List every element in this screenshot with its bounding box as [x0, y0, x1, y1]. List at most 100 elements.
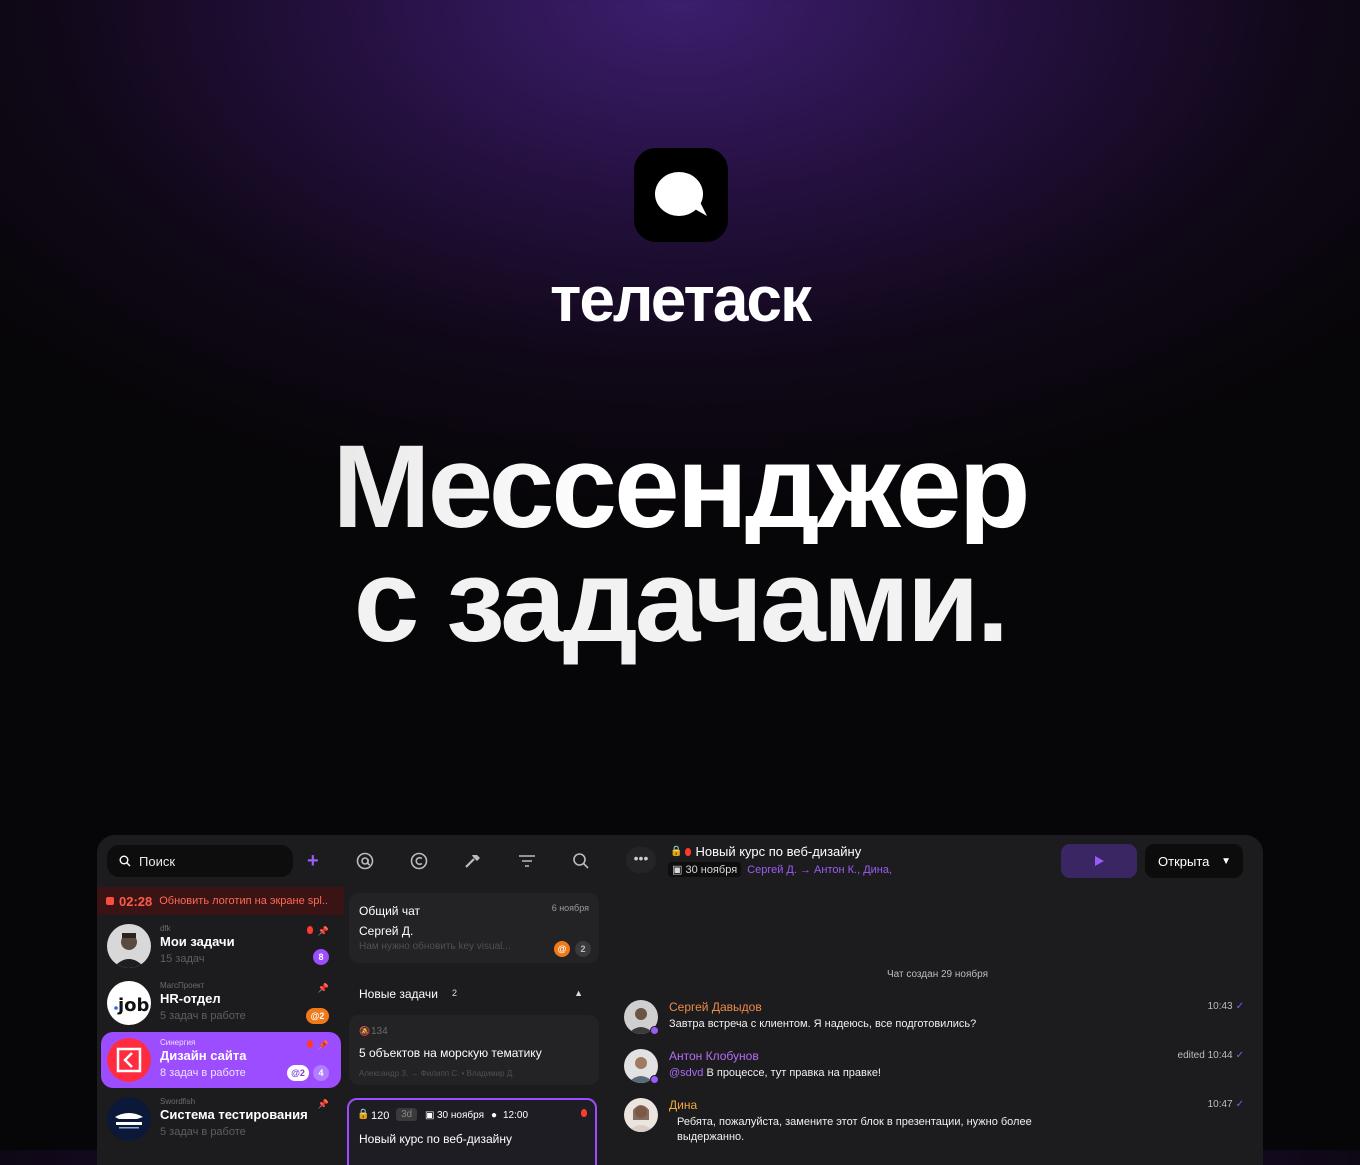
chat-meta: ▣ 30 ноября Сергей Д. → Антон К., Дина,: [668, 862, 892, 877]
chat-title-text: Новый курс по веб-дизайну: [695, 844, 862, 859]
chat-list-item[interactable]: job МагсПроект HR-отдел 5 задач в работе…: [101, 975, 341, 1031]
message-time: edited 10:44 ✓: [1178, 1050, 1244, 1061]
chat-name: Мои задачи: [160, 934, 235, 949]
chevron-up-icon[interactable]: ▲: [574, 988, 583, 998]
flame-icon: [307, 926, 313, 934]
card-date: 6 ноября: [551, 903, 589, 913]
card-preview: Нам нужно обновить key visual...: [359, 941, 511, 952]
card-author: Сергей Д.: [359, 924, 414, 938]
chat-org: МагсПроект: [160, 981, 205, 990]
search-icon[interactable]: [571, 851, 591, 871]
chat-date: ▣ 30 ноября: [668, 862, 742, 877]
app-window: Поиск + 02:28 Обновить логотип на экране…: [97, 835, 1263, 1165]
section-count: 2: [452, 988, 458, 998]
search-label: Поиск: [139, 853, 176, 869]
message-text: Завтра встреча с клиентом. Я надеюсь, вс…: [669, 1018, 977, 1030]
pin-icon: 📌: [317, 926, 329, 936]
message-time: 10:47 ✓: [1208, 1099, 1244, 1110]
headline: Мессенджер с задачами.: [0, 428, 1360, 660]
chat-panel: ••• 🔒 Новый курс по веб-дизайну ▣ 30 ноя…: [612, 835, 1263, 1165]
filter-icon[interactable]: [517, 851, 537, 871]
chat-date-text: 30 ноября: [685, 864, 738, 876]
online-indicator: [650, 1075, 659, 1084]
message-text: Ребята, пожалуйста, замените этот блок в…: [677, 1116, 1032, 1143]
message-time-text: 10:47: [1207, 1099, 1233, 1110]
chat-org: Синергия: [160, 1038, 196, 1047]
avatar: [107, 1097, 151, 1141]
online-indicator: [650, 1026, 659, 1035]
message-text: @sdvd В процессе, тут правка на правке!: [669, 1066, 881, 1081]
message-time-text: edited 10:44: [1177, 1050, 1233, 1061]
chat-list-item[interactable]: dfk Мои задачи 15 задач 📌 8: [101, 918, 341, 974]
calendar-icon: ▣: [425, 1110, 435, 1121]
chat-list-item[interactable]: Синергия Дизайн сайта 8 задач в работе 📌…: [101, 1032, 341, 1088]
svg-text:job: job: [117, 995, 150, 1016]
more-icon[interactable]: •••: [626, 847, 656, 873]
avatar: job: [107, 981, 151, 1025]
pin-icon: 📌: [317, 983, 329, 993]
task-date: 30 ноября: [437, 1110, 484, 1121]
search-icon: [119, 855, 131, 867]
chat-list-item[interactable]: Swordfish Система тестирования 5 задач в…: [101, 1091, 341, 1147]
check-icon: ✓: [1235, 1099, 1244, 1110]
chat-sub: 15 задач: [160, 953, 205, 965]
active-timer[interactable]: 02:28 Обновить логотип на экране spl...: [97, 887, 344, 915]
check-icon: ✓: [1235, 1001, 1244, 1012]
unread-badge: 2: [575, 941, 591, 957]
message-time: 10:43 ✓: [1208, 1001, 1244, 1012]
chat-org: Swordfish: [160, 1097, 196, 1106]
general-chat-card[interactable]: Общий чат 6 ноября Сергей Д. Нам нужно о…: [349, 893, 599, 963]
status-dropdown[interactable]: Открыта ▼: [1145, 844, 1243, 878]
chat-sub: 8 задач в работе: [160, 1067, 246, 1079]
chat-name: Дизайн сайта: [160, 1048, 247, 1063]
task-time: 12:00: [503, 1110, 529, 1121]
mention[interactable]: @sdvd: [669, 1067, 703, 1079]
chat-name: HR-отдел: [160, 991, 221, 1006]
app-logo: [634, 148, 728, 242]
check-icon: ✓: [1235, 1050, 1244, 1061]
chat-sub: 5 задач в работе: [160, 1010, 246, 1022]
chat-title: 🔒 Новый курс по веб-дизайну: [670, 844, 861, 859]
chat-bubble-icon: [655, 172, 707, 216]
search-input[interactable]: Поиск: [107, 845, 293, 877]
copyright-icon[interactable]: [409, 851, 429, 871]
task-number: 120: [371, 1110, 390, 1122]
mention-badge: @2: [306, 1008, 329, 1024]
message-author: Антон Клобунов: [669, 1049, 759, 1063]
plus-icon[interactable]: +: [307, 849, 319, 873]
stop-icon[interactable]: [106, 897, 114, 905]
task-card-selected[interactable]: 🔒 120 3d ▣ 30 ноября ● 12:00 Новый курс …: [347, 1098, 597, 1165]
play-icon: [1095, 856, 1104, 866]
avatar: [624, 1098, 658, 1132]
pin-icon: 📌: [317, 1040, 329, 1050]
task-people: Александр З. → Филипп С. • Владимир Д.: [359, 1069, 515, 1078]
duration-tag: 3d: [396, 1108, 418, 1121]
task-list: Общий чат 6 ноября Сергей Д. Нам нужно о…: [344, 835, 607, 1165]
task-number: 134: [371, 1026, 388, 1037]
message-author: Дина: [669, 1098, 698, 1112]
avatar: [107, 924, 151, 968]
lock-icon: 🔒: [357, 1109, 370, 1120]
at-icon[interactable]: [355, 851, 375, 871]
chevron-down-icon: ▼: [1221, 855, 1231, 867]
task-title: Новый курс по веб-дизайну: [359, 1132, 512, 1146]
flame-icon: [581, 1109, 587, 1117]
chat-people[interactable]: Сергей Д. → Антон К., Дина,: [747, 864, 892, 876]
message: Антон Клобунов @sdvd В процессе, тут пра…: [624, 1049, 1244, 1089]
message-time-text: 10:43: [1207, 1001, 1233, 1012]
unread-badge: 4: [313, 1065, 329, 1081]
chat-org: dfk: [160, 924, 171, 933]
start-timer-button[interactable]: [1061, 844, 1137, 878]
clock-icon: ●: [491, 1110, 498, 1121]
chat-sub: 5 задач в работе: [160, 1126, 246, 1138]
task-card[interactable]: 🔕 134 5 объектов на морскую тематику Але…: [349, 1015, 599, 1085]
chat-name: Система тестирования: [160, 1107, 308, 1122]
unread-badge: 8: [313, 949, 329, 965]
mention-badge: @2: [287, 1065, 309, 1081]
message: Сергей Давыдов Завтра встреча с клиентом…: [624, 1000, 1244, 1040]
section-header[interactable]: Новые задачи 2 ▲: [349, 980, 599, 1008]
hammer-icon[interactable]: [463, 851, 483, 871]
flame-icon: [685, 847, 692, 856]
avatar: [107, 1038, 151, 1082]
timer-task: Обновить логотип на экране spl...: [159, 895, 330, 907]
